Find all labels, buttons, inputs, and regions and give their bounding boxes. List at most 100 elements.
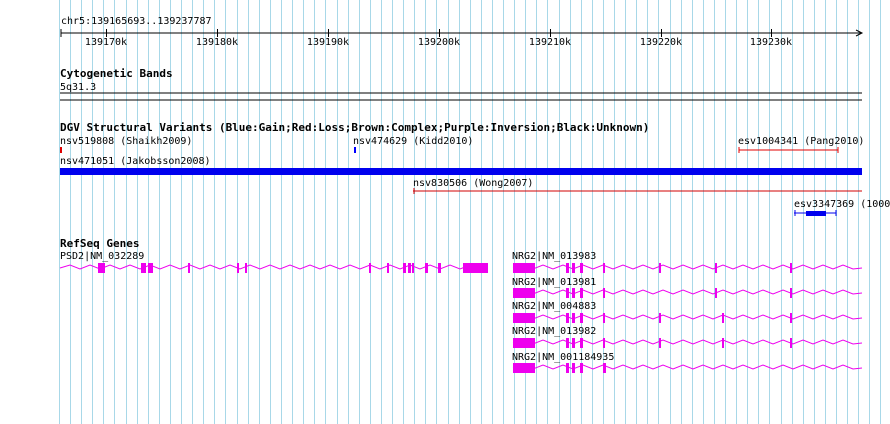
gene-exon <box>603 338 605 348</box>
gene-exon <box>438 263 441 273</box>
gene-exon <box>403 263 406 273</box>
gene-label-nm-013981: NRG2|NM_013981 <box>512 277 596 288</box>
variant-nsv474629[interactable]: nsv474629 (Kidd2010) <box>353 136 473 153</box>
variant-label: esv1004341 (Pang2010) <box>738 136 864 147</box>
variant-mark[interactable] <box>354 147 356 153</box>
ruler-tick-label: 139220k <box>640 37 682 48</box>
variant-esv3347369[interactable]: esv3347369 (1000 <box>794 199 890 216</box>
refseq-title: RefSeq Genes <box>60 237 139 250</box>
gene-intron-line <box>512 289 863 295</box>
gene-exon <box>513 313 535 323</box>
gene-exon <box>425 263 428 273</box>
ruler-tick-label: 139190k <box>307 37 349 48</box>
ruler-tick-label: 139230k <box>750 37 792 48</box>
gene-exon <box>513 363 535 373</box>
gene-label-psd2: PSD2|NM_032289 <box>60 251 144 262</box>
gene-nrg2-nm-013981[interactable] <box>512 288 863 298</box>
gene-exon <box>659 263 661 273</box>
variant-label: nsv471051 (Jakobsson2008) <box>60 156 211 167</box>
variant-label: esv3347369 (1000 <box>794 199 890 210</box>
region-label: chr5:139165693..139237787 <box>61 16 212 27</box>
variant-nsv830506[interactable]: nsv830506 (Wong2007) <box>413 178 862 194</box>
gene-exon <box>580 363 583 373</box>
gene-label-nm-013983: NRG2|NM_013983 <box>512 251 596 262</box>
gene-label-nm-001184935: NRG2|NM_001184935 <box>512 352 614 363</box>
dgv-track: DGV Structural Variants (Blue:Gain;Red:L… <box>60 121 890 216</box>
ruler-ticks: 139170k 139180k 139190k 139200k 139210k 13922… <box>85 29 792 48</box>
gene-exon <box>715 263 717 273</box>
gene-exon <box>98 263 105 273</box>
gene-exon <box>790 288 792 298</box>
gene-exon <box>722 338 724 348</box>
gene-exon <box>245 263 247 273</box>
gene-exon <box>580 263 583 273</box>
gene-nrg2-nm-004883[interactable] <box>512 313 863 323</box>
variant-label: nsv474629 (Kidd2010) <box>353 136 473 147</box>
gene-nrg2-nm-013983[interactable] <box>512 263 863 273</box>
gene-exon <box>566 313 569 323</box>
gene-exon <box>566 263 569 273</box>
gene-exon <box>566 363 569 373</box>
gene-exon <box>148 263 153 273</box>
gene-exon <box>572 313 575 323</box>
gene-intron-line <box>512 339 863 345</box>
genome-browser-view: chr5:139165693..139237787 139170k 139180k… <box>59 0 890 424</box>
gene-exon <box>513 338 535 348</box>
gene-exon <box>603 263 605 273</box>
variant-mark[interactable] <box>60 168 862 175</box>
gene-exon <box>572 263 575 273</box>
gene-intron-line <box>512 364 863 370</box>
gene-exon <box>566 338 569 348</box>
variant-esv1004341[interactable]: esv1004341 (Pang2010) <box>738 136 864 153</box>
gene-exon <box>603 313 605 323</box>
gene-exon <box>580 288 583 298</box>
gene-exon <box>412 263 414 273</box>
variant-label: nsv519808 (Shaikh2009) <box>60 136 192 147</box>
dgv-title: DGV Structural Variants (Blue:Gain;Red:L… <box>60 121 649 134</box>
gene-models <box>59 263 863 373</box>
ruler-tick-label: 139170k <box>85 37 127 48</box>
cytoband-label: 5q31.3 <box>60 82 96 93</box>
gene-exon <box>463 263 488 273</box>
gene-exon <box>790 263 792 273</box>
background-grid <box>59 0 881 424</box>
gene-exon <box>572 363 575 373</box>
gene-label-nm-004883: NRG2|NM_004883 <box>512 301 596 312</box>
gene-exon <box>566 288 569 298</box>
gene-exon <box>790 338 792 348</box>
ruler-tick-label: 139210k <box>529 37 571 48</box>
variant-nsv471051[interactable]: nsv471051 (Jakobsson2008) <box>60 156 862 175</box>
gene-intron-line <box>59 264 489 270</box>
gene-exon <box>722 313 724 323</box>
gene-exon <box>790 313 792 323</box>
gene-intron-line <box>512 264 863 270</box>
gene-exon <box>188 263 190 273</box>
variant-mark[interactable] <box>806 211 826 216</box>
gene-exon <box>659 313 661 323</box>
variant-mark[interactable] <box>60 147 62 153</box>
refseq-track: RefSeq Genes PSD2|NM_032289 NRG2|NM_0139… <box>59 237 863 373</box>
gene-label-nm-013982: NRG2|NM_013982 <box>512 326 596 337</box>
gene-nrg2-nm-013982[interactable] <box>512 338 863 348</box>
cytogenetic-track: Cytogenetic Bands 5q31.3 <box>60 67 862 101</box>
ruler-tick-label: 139200k <box>418 37 460 48</box>
gene-exon <box>387 263 389 273</box>
gene-nrg2-nm-001184935[interactable] <box>512 363 863 373</box>
gene-exon <box>715 288 717 298</box>
ruler-tick-label: 139180k <box>196 37 238 48</box>
gene-exon <box>580 313 583 323</box>
gene-psd2-nm-032289[interactable] <box>59 263 489 273</box>
gene-intron-line <box>512 314 863 320</box>
gene-exon <box>572 338 575 348</box>
gene-exon <box>659 338 661 348</box>
gene-exon <box>513 288 535 298</box>
gene-exon <box>408 263 411 273</box>
cytogenetic-title: Cytogenetic Bands <box>60 67 173 80</box>
gene-exon <box>603 288 605 298</box>
gene-exon <box>141 263 146 273</box>
gene-exon <box>237 263 239 273</box>
variant-label: nsv830506 (Wong2007) <box>413 178 533 189</box>
gene-exon <box>572 288 575 298</box>
gene-exon <box>513 263 535 273</box>
gene-exon <box>603 363 606 373</box>
